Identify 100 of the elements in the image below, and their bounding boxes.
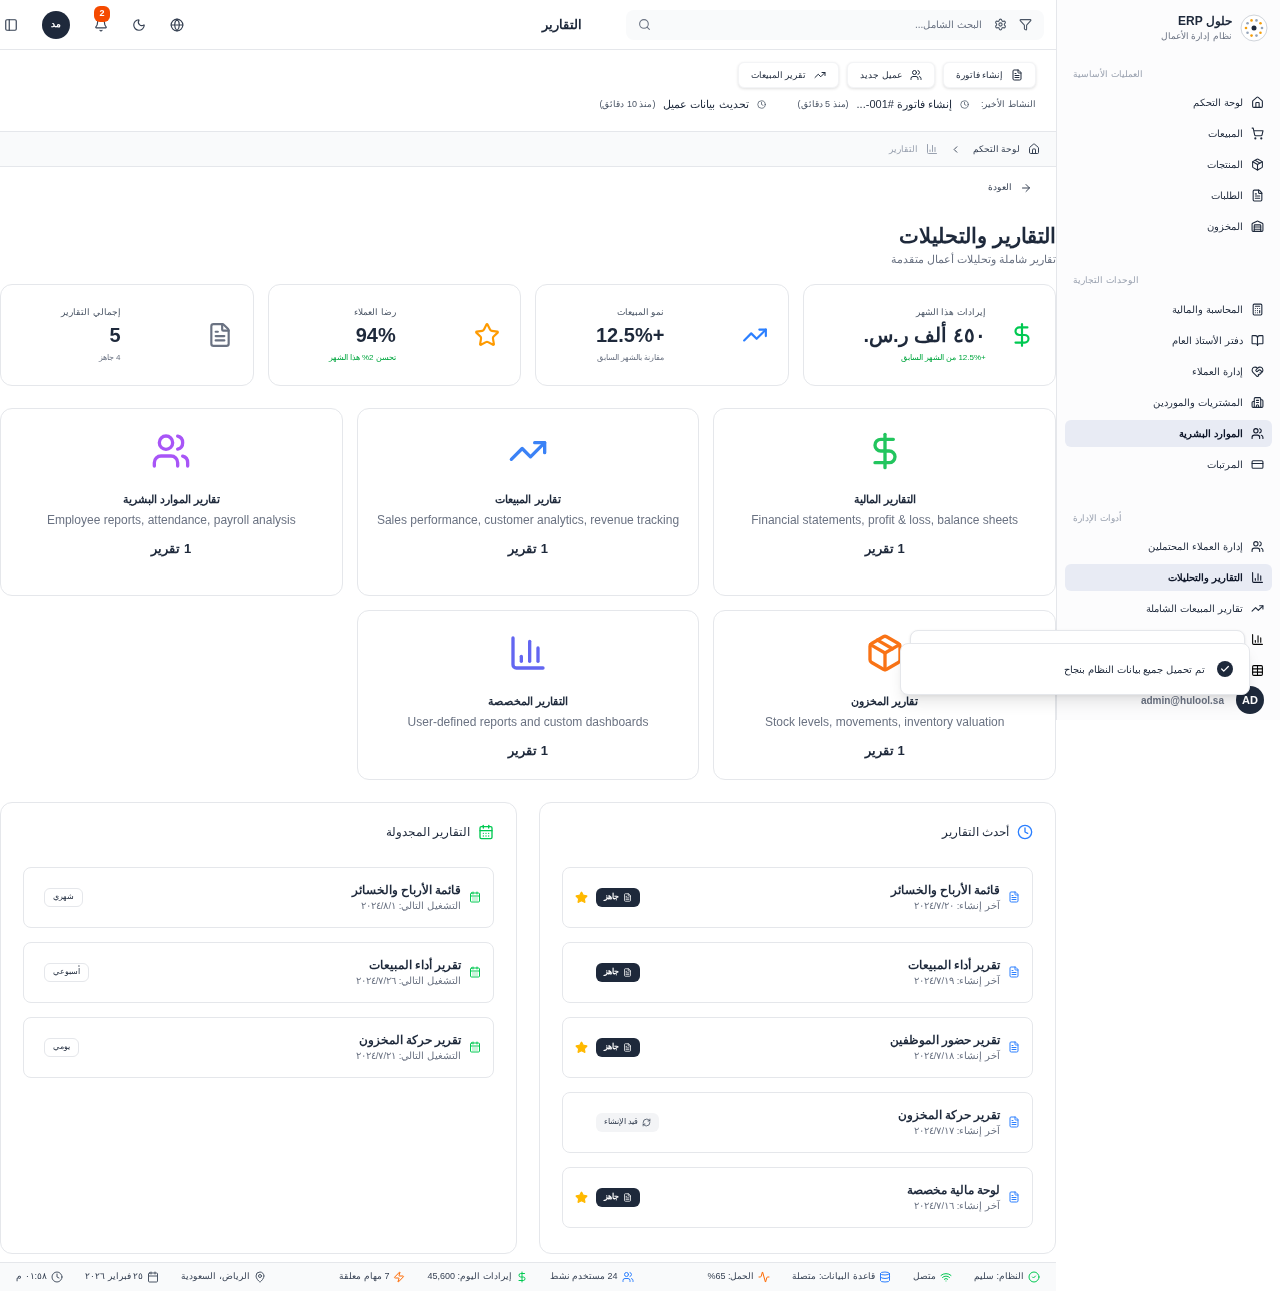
toast-message: تم تحميل جميع بيانات النظام بنجاح [1064,662,1205,677]
status-text: 24 مستخدم نشط [549,1270,618,1284]
status-badge: جاهز [596,962,640,982]
status-badge: جاهز [596,1037,640,1057]
category-title: تقارير الموارد البشرية [122,491,220,508]
next-run: التشغيل التالي: ٢٠٢٤/٨/١ [359,898,461,913]
report-date: آخر إنشاء: ٢٠٢٤/٧/٢٠ [912,898,1000,913]
report-name: تقرير حركة المخزون [357,1032,461,1049]
status-text: الحمل: 65% [707,1270,755,1284]
stat-value: +12.5% [596,323,665,348]
section-title: العمليات الأساسية [1072,67,1144,81]
status-text: 7 مهام معلقة [339,1270,390,1284]
scheduled-row[interactable]: تقرير حركة المخزون التشغيل التالي: ٢٠٢٤/٧/٢١ يومي [23,1016,494,1078]
frequency-badge: يومي [44,1037,79,1057]
report-date: آخر إنشاء: ٢٠٢٤/٧/١٨ [912,1048,1000,1063]
stat-label: إجمالي التقارير [61,305,121,319]
category-count: 1 تقرير [151,540,192,559]
category-description: User-defined reports and custom dashboards [407,714,649,732]
status-text: الرياض، السعودية [181,1270,250,1284]
user-avatar[interactable]: مد [42,10,70,39]
frequency-badge: أسبوعي [44,962,89,982]
panel-title: أحدث التقارير [941,823,1009,841]
stat-label: إيرادات هذا الشهر [915,305,986,319]
next-run: التشغيل التالي: ٢٠٢٤/٧/٢١ [355,1048,461,1063]
report-row[interactable]: تقرير حضور الموظفين آخر إنشاء: ٢٠٢٤/٧/١٨ جاهز [562,1016,1033,1078]
quick-action-button[interactable]: تقرير المبيعات [737,62,840,88]
report-row[interactable]: قائمة الأرباح والخسائر آخر إنشاء: ٢٠٢٤/٧/٢٠ جاهز [562,866,1033,928]
category-count: 1 تقرير [508,540,548,559]
breadcrumb-item[interactable]: لوحة التحكم [972,142,1040,156]
brand-subtitle: نظام إدارة الأعمال [1161,30,1232,43]
status-text: ٠١:٥٨ م [16,1270,48,1284]
report-name: لوحة مالية مخصصة [906,1182,1000,1199]
stat-note: مقارنة بالشهر السابق [596,352,665,364]
search-field[interactable]: البحث الشامل... [626,9,1044,40]
category-count: 1 تقرير [864,540,905,559]
report-name: تقرير أداء المبيعات [367,956,461,974]
back-link[interactable]: العودة [988,181,1032,195]
category-count: 1 تقرير [508,742,548,761]
category-description: Financial statements, profit & loss, balance sheets [751,512,1019,530]
sidebar-item[interactable]: تقارير المبيعات الشاملة [1065,595,1272,622]
report-name: قائمة الأرباح والخسائر [351,881,461,899]
report-name: تقرير حضور الموظفين [889,1032,1000,1049]
status-text: قاعدة البيانات: متصلة [792,1270,875,1284]
status-badge: قيد الإنشاء [596,1112,660,1132]
stat-label: رضا العملاء [354,305,396,319]
activity-time: (منذ 5 دقائق) [797,97,849,111]
category-title: تقارير المخزون [851,693,919,710]
sidebar-item[interactable]: إدارة العملاء [1065,357,1272,385]
activity-text: إنشاء فاتورة #001-... [856,97,952,113]
report-row[interactable]: تقرير حركة المخزون آخر إنشاء: ٢٠٢٤/٧/١٧ قيد الإنشاء [562,1091,1033,1153]
sidebar-item[interactable]: التقارير والتحليلات [1065,564,1272,591]
category-title: التقارير المخصصة [488,693,569,710]
stat-value: 94% [355,323,396,348]
report-row[interactable]: تقرير أداء المبيعات آخر إنشاء: ٢٠٢٤/٧/١٩ جاهز [562,941,1033,1003]
activity-text: تحديث بيانات عميل [663,97,749,112]
sidebar-item[interactable]: إدارة العملاء المحتملين [1065,533,1272,560]
stat-value: ٤٥٠ ألف ر.س. [863,323,986,348]
stat-note: +12.5% من الشهر السابق [900,352,986,364]
report-date: آخر إنشاء: ٢٠٢٤/٧/١٧ [912,1123,1000,1138]
scheduled-row[interactable]: تقرير أداء المبيعات التشغيل التالي: ٢٠٢٤/٧/٢٦ أسبوعي [23,941,494,1003]
sidebar-item[interactable]: المبيعات [1065,120,1272,147]
activity-time: (منذ 10 دقائق) [599,97,656,111]
status-badge: جاهز [596,887,640,907]
report-date: آخر إنشاء: ٢٠٢٤/٧/١٦ [912,1198,1000,1213]
category-description: Employee reports, attendance, payroll analysis [46,512,296,530]
category-description: Sales performance, customer analytics, revenue tracking [376,512,680,530]
sidebar-item[interactable]: لوحة التحكم [1065,89,1272,116]
section-title: أدوات الإدارة [1072,511,1123,525]
stat-note: تحسن 2% هذا الشهر [328,352,396,364]
report-date: آخر إنشاء: ٢٠٢٤/٧/١٩ [912,973,1000,988]
category-description: Stock levels, movements, inventory valuation [764,714,1005,732]
sidebar-item[interactable]: المخزون [1065,213,1272,240]
sidebar-item[interactable]: المحاسبة والمالية [1065,295,1272,323]
page-title: التقارير والتحليلات [898,223,1056,250]
sidebar-item[interactable]: دفتر الأستاذ العام [1065,326,1272,354]
sidebar-item[interactable]: المشتريات والموردين [1065,388,1272,416]
brand-title: حلول ERP [1176,13,1232,30]
report-row[interactable]: لوحة مالية مخصصة آخر إنشاء: ٢٠٢٤/٧/١٦ جاهز [562,1166,1033,1228]
quick-action-button[interactable]: إنشاء فاتورة [942,62,1036,88]
status-badge: جاهز [596,1187,640,1207]
user-email: admin@hulool.sa [1140,693,1224,708]
status-text: النظام: سليم [974,1270,1024,1284]
sidebar-item[interactable]: المرتبات [1065,450,1272,478]
notification-badge: 2 [94,5,110,22]
panel-title: التقارير المجدولة [385,823,470,841]
page-subtitle: تقارير شاملة وتحليلات أعمال متقدمة [889,251,1056,268]
report-name: تقرير حركة المخزون [897,1107,1000,1124]
sidebar-item[interactable]: الطلبات [1065,182,1272,209]
scheduled-row[interactable]: قائمة الأرباح والخسائر التشغيل التالي: ٢٠٢٤/٨/١ شهري [23,866,494,928]
activity-label: النشاط الأخير: [981,97,1036,111]
category-count: 1 تقرير [864,742,905,761]
sidebar-item[interactable]: الموارد البشرية [1065,419,1272,447]
sidebar-item[interactable]: المنتجات [1065,151,1272,178]
stat-value: 5 [109,323,121,348]
section-title: الوحدات التجارية [1072,274,1140,287]
quick-action-button[interactable]: عميل جديد [847,62,935,88]
next-run: التشغيل التالي: ٢٠٢٤/٧/٢٦ [355,973,461,988]
report-name: تقرير أداء المبيعات [907,956,1000,974]
report-name: قائمة الأرباح والخسائر [890,881,1000,899]
search-input[interactable]: البحث الشامل... [663,17,982,32]
